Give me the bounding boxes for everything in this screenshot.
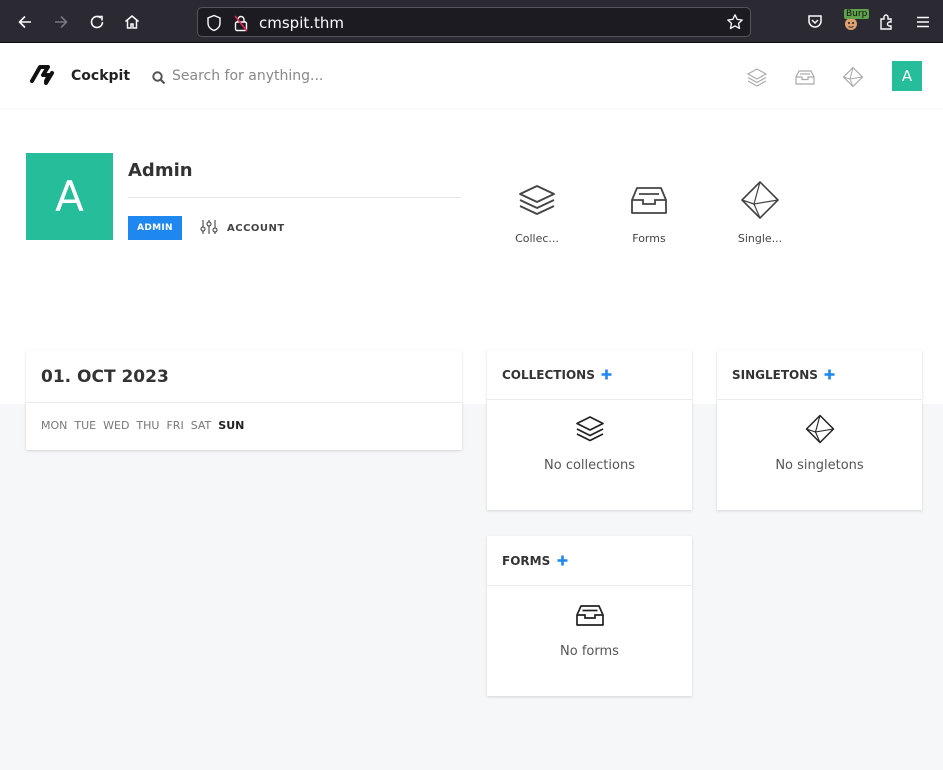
back-icon[interactable] — [14, 11, 36, 33]
module-label: Single... — [737, 232, 783, 245]
sliders-icon — [200, 219, 218, 239]
singletons-card-header: SINGLETONS — [717, 350, 922, 400]
user-avatar[interactable]: A — [892, 61, 922, 91]
browser-toolbar: cmspit.thm Burp — [0, 0, 943, 43]
profile-avatar: A — [26, 153, 113, 240]
brand-name[interactable]: Cockpit — [71, 68, 130, 84]
forward-icon[interactable] — [50, 11, 72, 33]
singletons-empty-state: No singletons — [717, 400, 922, 473]
weekday-tue: TUE — [74, 419, 97, 432]
add-form-icon[interactable] — [556, 555, 568, 567]
forms-empty-state: No forms — [487, 586, 692, 659]
singletons-card: SINGLETONS No singletons — [717, 350, 922, 510]
pocket-icon[interactable] — [804, 11, 826, 33]
address-bar[interactable]: cmspit.thm — [197, 7, 751, 37]
weekday-sun-today: SUN — [218, 419, 245, 432]
weekday-fri: FRI — [166, 419, 184, 432]
url-text[interactable]: cmspit.thm — [259, 14, 344, 32]
weekday-sat: SAT — [190, 419, 212, 432]
collections-card-header: COLLECTIONS — [487, 350, 692, 400]
inbox-icon — [575, 600, 605, 634]
search-input[interactable] — [172, 64, 472, 88]
diamond-icon — [805, 414, 835, 448]
inbox-icon — [629, 180, 669, 224]
module-label: Forms — [632, 232, 666, 245]
collections-nav-icon[interactable] — [746, 66, 768, 88]
current-date: 01. OCT 2023 — [26, 350, 462, 403]
weekday-wed: WED — [103, 419, 130, 432]
profile-divider — [128, 197, 461, 198]
extensions-icon[interactable] — [876, 11, 898, 33]
cockpit-logo-icon[interactable] — [28, 63, 60, 91]
collections-card: COLLECTIONS No collections — [487, 350, 692, 510]
account-label: ACCOUNT — [227, 223, 285, 234]
add-collection-icon[interactable] — [601, 369, 613, 381]
layers-icon — [575, 414, 605, 448]
singletons-nav-icon[interactable] — [842, 66, 864, 88]
layers-icon — [517, 180, 557, 224]
module-singletons[interactable]: Single... — [720, 180, 800, 260]
app-header: Cockpit A — [0, 43, 943, 108]
forms-empty-text: No forms — [560, 644, 619, 659]
module-collections[interactable]: Collec... — [497, 180, 577, 260]
singletons-title[interactable]: SINGLETONS — [732, 368, 818, 382]
module-forms[interactable]: Forms — [609, 180, 689, 260]
calendar-card: 01. OCT 2023 MON TUE WED THU FRI SAT SUN — [26, 350, 462, 450]
profile-name: Admin — [128, 160, 193, 181]
collections-empty-state: No collections — [487, 400, 692, 473]
forms-title[interactable]: FORMS — [502, 554, 550, 568]
menu-icon[interactable] — [912, 11, 934, 33]
shield-icon[interactable] — [206, 14, 222, 36]
singletons-empty-text: No singletons — [775, 458, 864, 473]
diamond-icon — [740, 180, 780, 224]
module-label: Collec... — [515, 232, 559, 245]
add-singleton-icon[interactable] — [824, 369, 836, 381]
weekday-list: MON TUE WED THU FRI SAT SUN — [26, 403, 462, 432]
weekday-mon: MON — [41, 419, 68, 432]
lock-insecure-icon[interactable] — [234, 14, 248, 36]
weekday-thu: THU — [136, 419, 160, 432]
collections-title[interactable]: COLLECTIONS — [502, 368, 595, 382]
collections-empty-text: No collections — [544, 458, 635, 473]
account-link[interactable]: ACCOUNT — [200, 219, 285, 239]
home-icon[interactable] — [121, 11, 143, 33]
forms-card: FORMS No forms — [487, 536, 692, 696]
forms-nav-icon[interactable] — [794, 66, 816, 88]
reload-icon[interactable] — [86, 11, 108, 33]
bookmark-star-icon[interactable] — [726, 13, 744, 35]
role-badge: ADMIN — [128, 216, 182, 240]
burp-badge: Burp — [844, 9, 870, 19]
forms-card-header: FORMS — [487, 536, 692, 586]
search-icon — [152, 70, 166, 89]
